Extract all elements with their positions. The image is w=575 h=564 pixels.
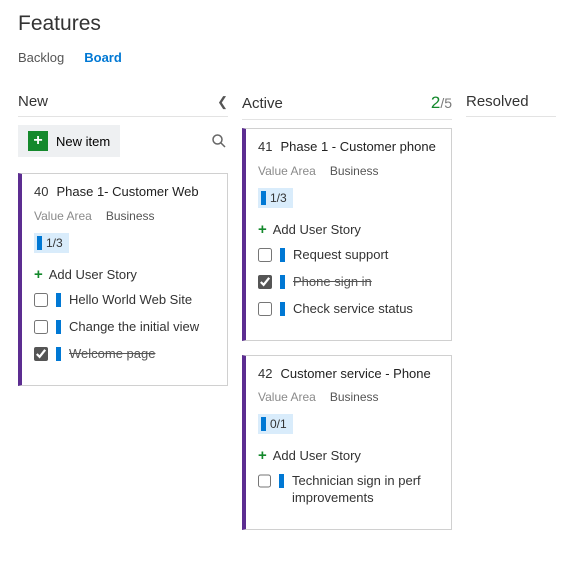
- card-title: Phase 1- Customer Web: [56, 184, 198, 201]
- value-area: Business: [330, 164, 379, 178]
- card-id: 42: [258, 366, 272, 381]
- value-area-label: Value Area: [34, 209, 92, 223]
- progress-text: 1/3: [46, 236, 63, 250]
- progress-badge[interactable]: 0/1: [258, 414, 293, 434]
- story-checkbox[interactable]: [34, 293, 48, 307]
- value-area-label: Value Area: [258, 390, 316, 404]
- story-type-icon: [56, 347, 61, 361]
- column-active-label: Active: [242, 95, 283, 112]
- column-resolved: Resolved: [466, 93, 556, 125]
- page-title: Features: [18, 12, 557, 36]
- add-user-story-label: Add User Story: [49, 267, 137, 282]
- column-new: New ❮ + New item 40 Phase 1- Customer We…: [18, 93, 228, 400]
- plus-icon: +: [258, 448, 267, 463]
- wip-current: 2: [431, 93, 440, 112]
- story-type-icon: [56, 293, 61, 307]
- story-item[interactable]: Technician sign in perf improvements: [258, 473, 439, 507]
- story-checkbox[interactable]: [258, 474, 271, 488]
- card-title: Customer service - Phone: [280, 366, 430, 383]
- story-item[interactable]: Check service status: [258, 301, 439, 318]
- collapse-column-icon[interactable]: ❮: [217, 94, 228, 110]
- card-id: 41: [258, 139, 272, 154]
- progress-bar-icon: [37, 236, 42, 250]
- add-user-story-button[interactable]: + Add User Story: [34, 267, 215, 282]
- plus-icon: +: [34, 267, 43, 282]
- column-active: Active 2/5 41 Phase 1 - Customer phone V…: [242, 93, 452, 544]
- progress-text: 1/3: [270, 191, 287, 205]
- wip-counter: 2/5: [431, 93, 452, 113]
- progress-bar-icon: [261, 417, 266, 431]
- wip-limit: 5: [444, 95, 452, 111]
- add-user-story-label: Add User Story: [273, 222, 361, 237]
- progress-badge[interactable]: 1/3: [34, 233, 69, 253]
- feature-card[interactable]: 42 Customer service - Phone Value Area B…: [242, 355, 452, 531]
- new-item-label: New item: [56, 134, 110, 149]
- story-type-icon: [280, 302, 285, 316]
- kanban-board: New ❮ + New item 40 Phase 1- Customer We…: [18, 93, 557, 544]
- plus-icon: +: [258, 222, 267, 237]
- story-item[interactable]: Phone sign in: [258, 274, 439, 291]
- progress-bar-icon: [261, 191, 266, 205]
- column-divider: [18, 116, 228, 117]
- plus-icon: +: [28, 131, 48, 151]
- column-new-label: New: [18, 93, 48, 110]
- story-label: Welcome page: [69, 346, 155, 363]
- value-area: Business: [106, 209, 155, 223]
- tab-backlog[interactable]: Backlog: [18, 50, 64, 65]
- column-divider: [242, 119, 452, 120]
- add-user-story-button[interactable]: + Add User Story: [258, 222, 439, 237]
- value-area: Business: [330, 390, 379, 404]
- feature-card[interactable]: 41 Phase 1 - Customer phone Value Area B…: [242, 128, 452, 341]
- story-label: Check service status: [293, 301, 413, 318]
- story-checkbox[interactable]: [258, 302, 272, 316]
- card-id: 40: [34, 184, 48, 199]
- progress-badge[interactable]: 1/3: [258, 188, 293, 208]
- column-resolved-label: Resolved: [466, 93, 529, 110]
- story-label: Technician sign in perf improvements: [292, 473, 439, 507]
- story-label: Phone sign in: [293, 274, 372, 291]
- story-checkbox[interactable]: [258, 248, 272, 262]
- story-item[interactable]: Change the initial view: [34, 319, 215, 336]
- card-title: Phase 1 - Customer phone: [280, 139, 435, 156]
- story-type-icon: [56, 320, 61, 334]
- search-icon[interactable]: [210, 132, 228, 150]
- story-type-icon: [279, 474, 284, 488]
- new-item-button[interactable]: + New item: [18, 125, 120, 157]
- story-label: Change the initial view: [69, 319, 199, 336]
- story-type-icon: [280, 275, 285, 289]
- story-label: Hello World Web Site: [69, 292, 192, 309]
- story-item[interactable]: Request support: [258, 247, 439, 264]
- story-checkbox[interactable]: [34, 320, 48, 334]
- feature-card[interactable]: 40 Phase 1- Customer Web Value Area Busi…: [18, 173, 228, 386]
- value-area-label: Value Area: [258, 164, 316, 178]
- view-tabs: Backlog Board: [18, 50, 557, 65]
- tab-board[interactable]: Board: [84, 50, 122, 65]
- story-item[interactable]: Welcome page: [34, 346, 215, 363]
- add-user-story-button[interactable]: + Add User Story: [258, 448, 439, 463]
- story-label: Request support: [293, 247, 388, 264]
- story-checkbox[interactable]: [258, 275, 272, 289]
- story-type-icon: [280, 248, 285, 262]
- add-user-story-label: Add User Story: [273, 448, 361, 463]
- progress-text: 0/1: [270, 417, 287, 431]
- story-item[interactable]: Hello World Web Site: [34, 292, 215, 309]
- column-divider: [466, 116, 556, 117]
- story-checkbox[interactable]: [34, 347, 48, 361]
